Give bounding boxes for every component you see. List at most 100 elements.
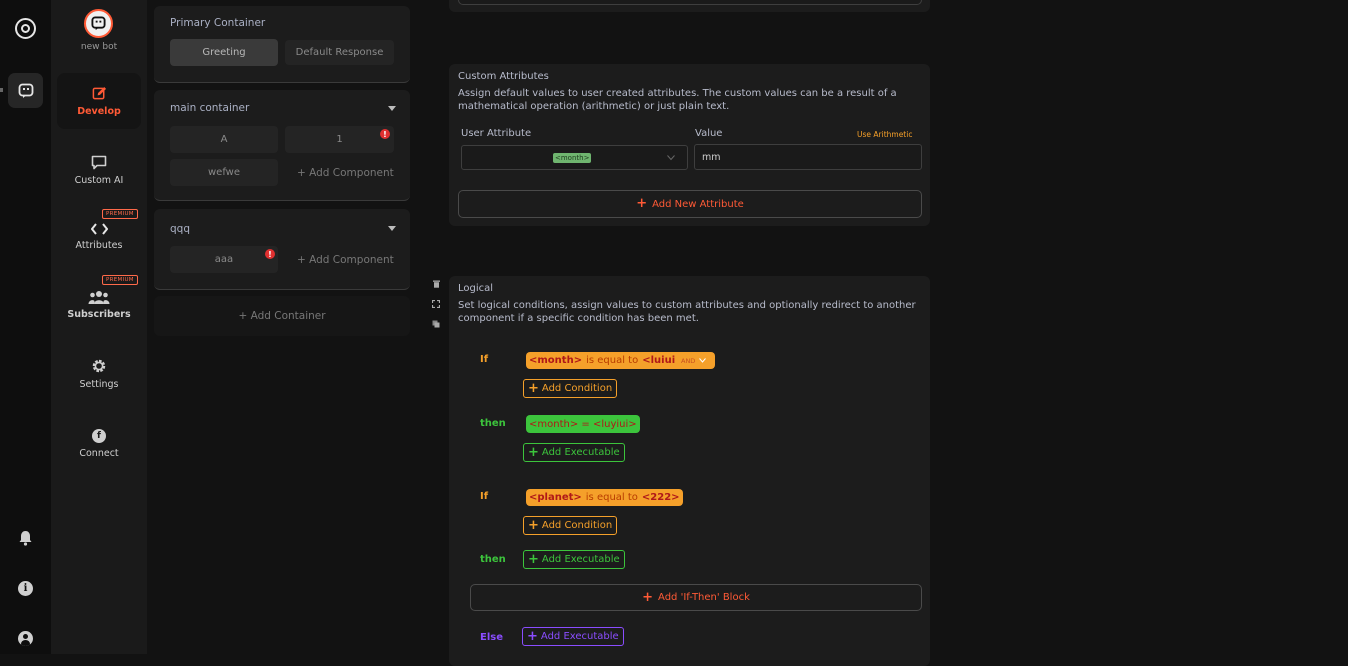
facebook-icon: f bbox=[92, 429, 106, 443]
condition-pill[interactable]: <month> is equal to <luiui> bbox=[526, 352, 687, 369]
logical-title: Logical bbox=[458, 283, 494, 294]
premium-badge-subscribers: PREMIUM bbox=[102, 275, 138, 285]
selected-attribute-tag: <month> bbox=[553, 153, 592, 163]
and-joiner-label: AND bbox=[681, 356, 696, 365]
error-icon: ! bbox=[380, 129, 390, 139]
nav-sidebar: new bot Develop Custom AI Attributes PRE… bbox=[51, 0, 147, 654]
info-icon[interactable]: i bbox=[18, 581, 33, 596]
nav-label-subscribers: Subscribers bbox=[67, 309, 131, 320]
add-container-button[interactable]: + Add Container bbox=[154, 296, 410, 336]
qqq-container-card: qqq aaa ! + Add Component bbox=[154, 209, 410, 290]
add-executable-label: Add Executable bbox=[541, 447, 620, 458]
user-profile-icon[interactable] bbox=[18, 631, 33, 646]
plus-icon: + bbox=[528, 444, 539, 460]
then-keyword: then bbox=[480, 554, 506, 565]
else-add-executable-button[interactable]: + Add Executable bbox=[522, 627, 624, 646]
attribute-value-input[interactable]: mm bbox=[694, 144, 922, 170]
premium-badge-attributes: PREMIUM bbox=[102, 209, 138, 219]
if-keyword: If bbox=[480, 354, 489, 365]
add-executable-button[interactable]: + Add Executable bbox=[523, 550, 625, 569]
add-new-attribute-button[interactable]: + Add New Attribute bbox=[458, 190, 922, 218]
custom-attributes-description: Assign default values to user created at… bbox=[458, 88, 897, 112]
use-arithmetic-toggle[interactable]: Use Arithmetic bbox=[857, 130, 912, 139]
copy-icon[interactable] bbox=[431, 319, 441, 329]
expand-icon[interactable] bbox=[431, 299, 441, 309]
plus-icon: + bbox=[528, 380, 539, 396]
previous-component-panel bbox=[449, 0, 930, 12]
delete-icon[interactable] bbox=[431, 279, 441, 289]
nav-label-develop: Develop bbox=[77, 105, 121, 117]
chevron-down-icon bbox=[667, 155, 675, 161]
condition-value: <222> bbox=[641, 492, 680, 503]
plus-icon: + bbox=[528, 517, 539, 533]
bots-rail-button[interactable] bbox=[8, 73, 43, 108]
container-title: qqq bbox=[170, 223, 190, 235]
condition-pill[interactable]: <planet> is equal to <222> bbox=[526, 489, 683, 506]
condition-operator: is equal to bbox=[585, 492, 638, 503]
chat-icon bbox=[91, 155, 107, 169]
add-executable-label: Add Executable bbox=[541, 554, 620, 565]
if-keyword: If bbox=[480, 491, 489, 502]
component-chip-default-response[interactable]: Default Response bbox=[285, 40, 394, 65]
app-logo-icon[interactable] bbox=[15, 18, 36, 39]
add-new-attribute-label: Add New Attribute bbox=[652, 198, 744, 210]
plus-icon: + bbox=[528, 551, 539, 567]
nav-item-develop[interactable]: Develop bbox=[57, 73, 141, 129]
attribute-value-text: mm bbox=[702, 152, 721, 163]
add-container-label: + Add Container bbox=[238, 310, 326, 322]
then-keyword: then bbox=[480, 418, 506, 429]
nav-label-attributes: Attributes bbox=[75, 240, 123, 251]
nav-label-connect: Connect bbox=[79, 448, 119, 459]
edit-icon bbox=[92, 86, 106, 99]
gear-icon bbox=[92, 359, 106, 373]
plus-icon: + bbox=[527, 628, 538, 644]
nav-item-subscribers[interactable]: Subscribers bbox=[57, 277, 141, 333]
nav-label-settings: Settings bbox=[79, 379, 119, 390]
notifications-bell-icon[interactable] bbox=[18, 530, 33, 546]
bot-avatar[interactable] bbox=[84, 9, 113, 38]
plus-icon: + bbox=[636, 196, 648, 211]
error-icon: ! bbox=[265, 249, 275, 259]
custom-attributes-panel: Custom Attributes Assign default values … bbox=[449, 64, 930, 226]
component-chip[interactable]: A bbox=[170, 126, 278, 153]
else-keyword: Else bbox=[480, 632, 503, 643]
component-chip[interactable]: aaa bbox=[170, 246, 278, 273]
main-container-card: main container A 1 ! wefwe + Add Compone… bbox=[154, 90, 410, 201]
add-if-then-block-button[interactable]: + Add 'If-Then' Block bbox=[470, 584, 922, 611]
component-chip[interactable]: 1 bbox=[285, 126, 394, 153]
value-label: Value bbox=[695, 128, 723, 139]
chevron-down-icon[interactable] bbox=[388, 226, 396, 231]
nav-label-custom-ai: Custom AI bbox=[74, 174, 124, 186]
chevron-down-icon[interactable] bbox=[388, 106, 396, 111]
add-condition-button[interactable]: + Add Condition bbox=[523, 516, 618, 535]
nav-item-custom-ai[interactable]: Custom AI bbox=[57, 142, 141, 198]
condition-attribute: <planet> bbox=[529, 492, 582, 503]
users-icon bbox=[88, 291, 110, 304]
plus-icon: + bbox=[642, 589, 654, 605]
primary-container-card: Primary Container Greeting Default Respo… bbox=[154, 6, 410, 83]
chevron-down-icon bbox=[699, 358, 707, 363]
add-component-button[interactable]: + Add Component bbox=[297, 167, 394, 179]
app-rail: i bbox=[0, 0, 51, 654]
previous-panel-field bbox=[458, 0, 922, 5]
executable-pill[interactable]: <month> = <luyiui> bbox=[526, 415, 640, 433]
component-chip[interactable]: wefwe bbox=[170, 159, 278, 186]
bot-icon bbox=[18, 83, 33, 98]
add-executable-button[interactable]: + Add Executable bbox=[523, 443, 625, 462]
and-joiner-select[interactable]: AND bbox=[676, 352, 715, 369]
bot-name: new bot bbox=[80, 42, 118, 52]
logical-panel: Logical Set logical conditions, assign v… bbox=[449, 276, 930, 666]
condition-operator: is equal to bbox=[586, 355, 639, 366]
user-attribute-select[interactable]: <month> bbox=[461, 145, 688, 170]
component-chip-greeting[interactable]: Greeting bbox=[170, 39, 278, 66]
logical-description: Set logical conditions, assign values to… bbox=[458, 300, 916, 324]
add-condition-label: Add Condition bbox=[541, 520, 613, 531]
container-title: Primary Container bbox=[170, 17, 266, 29]
add-condition-button[interactable]: + Add Condition bbox=[523, 379, 618, 398]
code-icon bbox=[90, 223, 108, 235]
else-add-executable-label: Add Executable bbox=[540, 631, 619, 642]
add-component-button[interactable]: + Add Component bbox=[297, 254, 394, 266]
nav-item-connect[interactable]: f Connect bbox=[57, 416, 141, 472]
nav-item-settings[interactable]: Settings bbox=[57, 346, 141, 402]
rail-dot bbox=[0, 88, 3, 92]
